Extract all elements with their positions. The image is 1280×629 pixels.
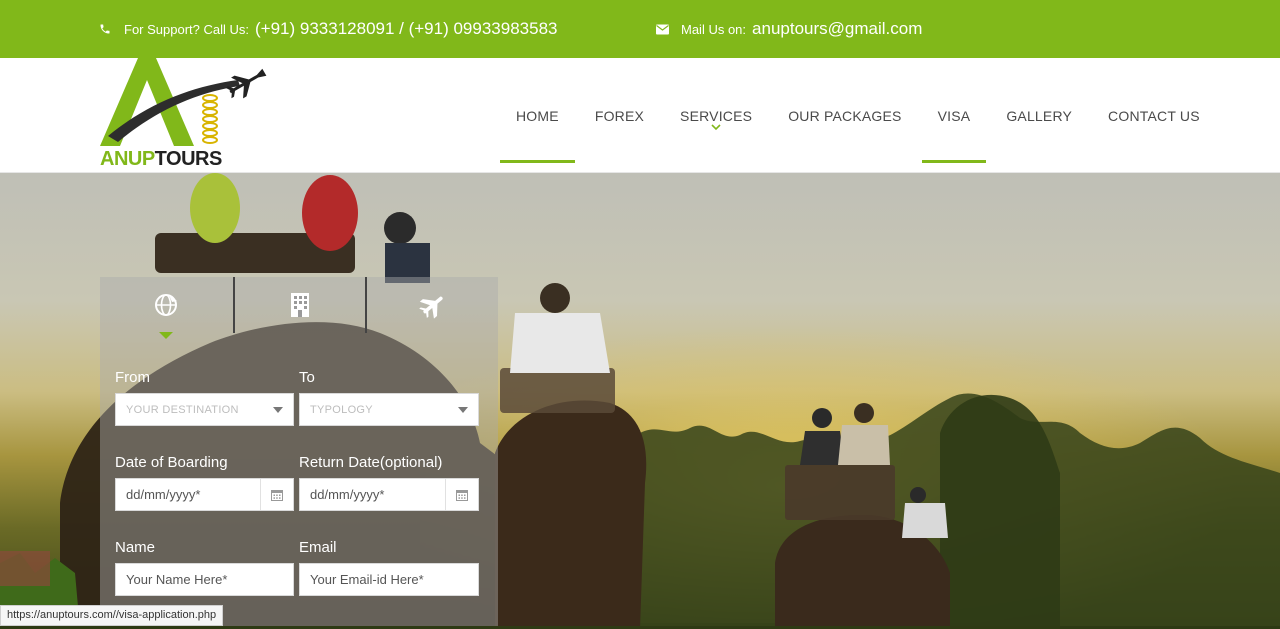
tab-hotels[interactable] [232,277,366,333]
return-date-label: Return Date(optional) [299,454,443,471]
main-navigation: HOME FOREX SERVICES OUR PACKAGES VISA GA… [498,58,1218,173]
globe-icon [155,294,178,316]
nav-visa-label: VISA [937,107,971,124]
logo-text: ANUPTOURS [100,148,222,171]
name-input[interactable]: Your Name Here* [115,563,294,596]
boarding-date-placeholder: dd/mm/yyyy* [126,487,201,502]
tab-flights[interactable] [365,277,498,333]
nav-forex[interactable]: FOREX [577,58,662,173]
boarding-date-input[interactable]: dd/mm/yyyy* [115,478,294,511]
booking-tabs [100,277,498,339]
nav-contact-us[interactable]: CONTACT US [1090,58,1218,173]
to-label: To [299,369,315,386]
site-header: ANUPTOURS HOME FOREX SERVICES OUR PACKAG… [0,58,1280,173]
mail-icon [655,22,669,36]
nav-our-packages[interactable]: OUR PACKAGES [770,58,919,173]
chevron-down-icon [711,124,721,131]
logo-graphic [100,58,267,146]
boarding-date-label: Date of Boarding [115,454,228,471]
name-placeholder: Your Name Here* [126,572,228,587]
mail-label: Mail Us on: [681,21,747,37]
dropdown-caret-icon [273,406,283,413]
email-placeholder: Your Email-id Here* [310,572,424,587]
calendar-icon[interactable] [445,479,478,510]
from-destination-select[interactable]: YOUR DESTINATION [115,393,294,426]
hotel-icon [290,293,309,317]
phone-icon [98,22,112,36]
nav-hover-underline [921,160,987,163]
email-label: Email [299,539,337,556]
name-label: Name [115,539,156,556]
mail-contact: Mail Us on: anuptours@gmail.com [655,0,922,58]
nav-active-underline [500,160,575,163]
logo-text-tours: TOURS [154,148,223,170]
support-label: For Support? Call Us: [124,21,249,37]
mail-address[interactable]: anuptours@gmail.com [752,19,922,39]
dropdown-caret-icon [458,406,468,413]
support-phone[interactable]: (+91) 9333128091 / (+91) 09933983583 [255,19,557,39]
booking-form-panel: From To YOUR DESTINATION TYPOLOGY Date o… [100,277,498,629]
support-contact: For Support? Call Us: (+91) 9333128091 /… [98,0,557,58]
from-select-value: YOUR DESTINATION [126,403,239,416]
nav-contact-label: CONTACT US [1108,107,1200,124]
nav-forex-label: FOREX [594,107,645,124]
tab-tours[interactable] [100,277,233,339]
site-logo[interactable]: ANUPTOURS [98,58,268,173]
plane-icon [418,296,443,319]
nav-gallery[interactable]: GALLERY [988,58,1090,173]
nav-packages-label: OUR PACKAGES [788,107,902,124]
browser-status-url: https://anuptours.com//visa-application.… [0,605,224,626]
logo-text-anup: ANUP [100,148,155,170]
nav-visa[interactable]: VISA [920,58,989,173]
nav-home-label: HOME [516,107,559,124]
return-date-placeholder: dd/mm/yyyy* [310,487,385,502]
to-select-value: TYPOLOGY [310,403,373,416]
nav-services[interactable]: SERVICES [662,58,770,173]
from-label: From [115,369,150,386]
top-contact-bar: For Support? Call Us: (+91) 9333128091 /… [0,0,1280,58]
nav-gallery-label: GALLERY [1006,107,1073,124]
active-tab-indicator [159,332,174,339]
email-input[interactable]: Your Email-id Here* [299,563,479,596]
nav-home[interactable]: HOME [498,58,577,173]
to-typology-select[interactable]: TYPOLOGY [299,393,479,426]
calendar-icon[interactable] [260,479,293,510]
return-date-input[interactable]: dd/mm/yyyy* [299,478,479,511]
